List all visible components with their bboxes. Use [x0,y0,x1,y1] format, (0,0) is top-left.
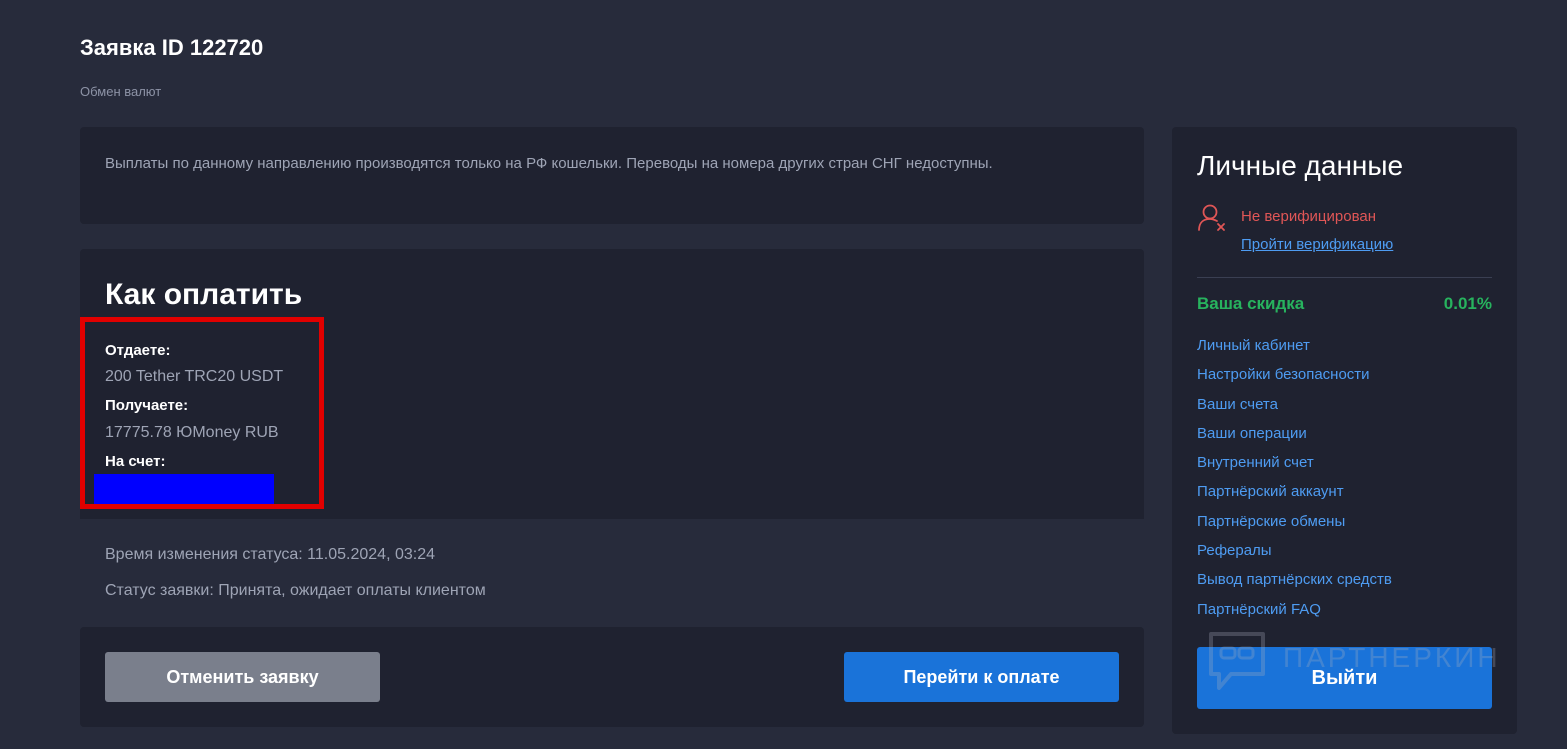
discount-label: Ваша скидка [1197,294,1305,313]
nav-partner-exchanges[interactable]: Партнёрские обмены [1197,511,1392,540]
nav-partner-faq[interactable]: Партнёрский FAQ [1197,599,1392,628]
highlight-box [80,317,324,509]
actions-card: Отменить заявку Перейти к оплате [80,627,1144,727]
payment-card: Как оплатить Отдаете: 200 Tether TRC20 U… [80,249,1144,519]
user-x-icon [1198,204,1225,231]
logout-button[interactable]: Выйти [1197,647,1492,709]
sidebar-nav: Личный кабинет Настройки безопасности Ва… [1197,335,1392,628]
order-status: Статус заявки: Принята, ожидает оплаты к… [105,582,486,599]
notice-card: Выплаты по данному направлению производя… [80,127,1144,224]
nav-partner-withdrawal[interactable]: Вывод партнёрских средств [1197,569,1392,598]
sidebar-divider [1197,277,1492,278]
discount-value: 0.01% [1443,294,1492,313]
nav-internal-account[interactable]: Внутренний счет [1197,452,1392,481]
page-subtitle: Обмен валют [80,84,162,99]
cancel-order-button[interactable]: Отменить заявку [105,652,380,702]
verify-link[interactable]: Пройти верификацию [1241,236,1393,254]
sidebar-title: Личные данные [1197,150,1404,181]
nav-partner-account[interactable]: Партнёрский аккаунт [1197,481,1392,510]
nav-personal-account[interactable]: Личный кабинет [1197,335,1392,364]
payment-title: Как оплатить [105,278,303,311]
notice-text: Выплаты по данному направлению производя… [105,155,993,172]
nav-security-settings[interactable]: Настройки безопасности [1197,364,1392,393]
go-to-payment-button[interactable]: Перейти к оплате [844,652,1119,702]
personal-data-sidebar: Личные данные Не верифицирован Пройти ве… [1172,127,1517,734]
verification-status: Не верифицирован [1241,208,1377,225]
nav-referrals[interactable]: Рефералы [1197,540,1392,569]
status-changed-time: Время изменения статуса: 11.05.2024, 03:… [105,546,435,563]
page-title: Заявка ID 122720 [80,35,264,60]
nav-your-accounts[interactable]: Ваши счета [1197,394,1392,423]
nav-your-operations[interactable]: Ваши операции [1197,423,1392,452]
